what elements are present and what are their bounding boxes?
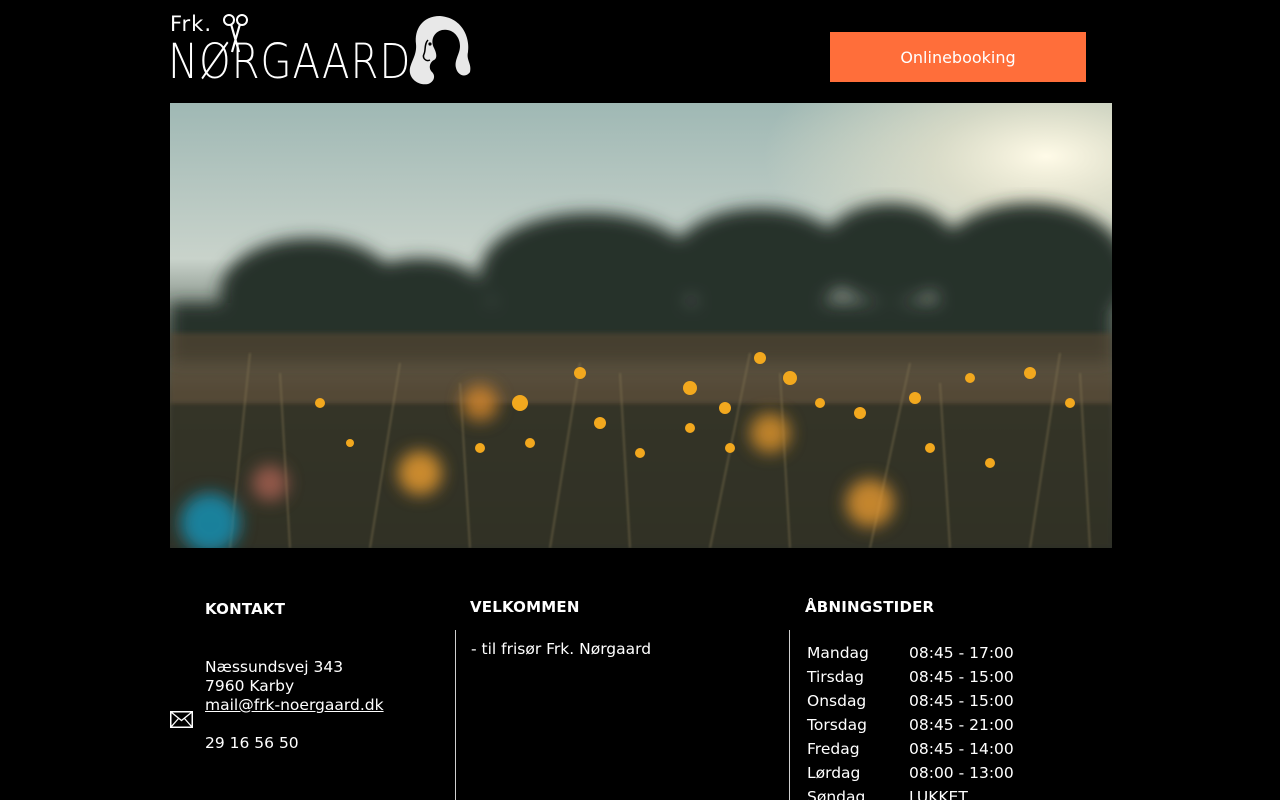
opening-hours-heading: ÅBNINGSTIDER <box>805 598 935 616</box>
address-street: Næssundsvej 343 <box>205 658 344 676</box>
hours-row: Mandag 08:45 - 17:00 <box>807 641 1014 665</box>
time-value: 08:45 - 21:00 <box>909 716 1014 734</box>
day-label: Mandag <box>807 644 869 662</box>
column-divider <box>455 630 456 800</box>
logo[interactable]: Frk. NØRGAARD <box>168 12 472 96</box>
woman-face-icon <box>409 16 471 85</box>
logo-name: NØRGAARD <box>168 34 412 90</box>
logo-prefix: Frk. <box>170 12 213 36</box>
hero-image <box>170 103 1112 548</box>
envelope-icon[interactable] <box>170 711 193 728</box>
hours-row: Søndag LUKKET <box>807 785 1014 800</box>
time-value: 08:45 - 15:00 <box>909 668 1014 686</box>
hours-row: Torsdag 08:45 - 21:00 <box>807 713 1014 737</box>
day-label: Onsdag <box>807 692 867 710</box>
day-label: Tirsdag <box>807 668 864 686</box>
opening-hours-table: Mandag 08:45 - 17:00 Tirsdag 08:45 - 15:00… <box>807 641 1014 800</box>
hours-row: Fredag 08:45 - 14:00 <box>807 737 1014 761</box>
hours-row: Onsdag 08:45 - 15:00 <box>807 689 1014 713</box>
time-value: 08:45 - 14:00 <box>909 740 1014 758</box>
velkommen-heading: VELKOMMEN <box>470 598 580 616</box>
hours-row: Tirsdag 08:45 - 15:00 <box>807 665 1014 689</box>
contact-block: Næssundsvej 343 7960 Karby mail@frk-noer… <box>205 658 384 753</box>
day-label: Fredag <box>807 740 860 758</box>
day-label: Søndag <box>807 788 866 800</box>
time-value: 08:45 - 17:00 <box>909 644 1014 662</box>
phone-number[interactable]: 29 16 56 50 <box>205 734 384 753</box>
hours-row: Lørdag 08:00 - 13:00 <box>807 761 1014 785</box>
welcome-text: - til frisør Frk. Nørgaard <box>471 640 652 658</box>
day-label: Torsdag <box>807 716 867 734</box>
address-city: 7960 Karby <box>205 677 295 695</box>
column-divider <box>789 630 790 800</box>
kontakt-heading: KONTAKT <box>205 600 286 618</box>
day-label: Lørdag <box>807 764 861 782</box>
online-booking-button[interactable]: Onlinebooking <box>830 32 1086 82</box>
time-value: 08:00 - 13:00 <box>909 764 1014 782</box>
time-value: 08:45 - 15:00 <box>909 692 1014 710</box>
time-value: LUKKET <box>909 788 968 800</box>
email-link[interactable]: mail@frk-noergaard.dk <box>205 696 384 715</box>
